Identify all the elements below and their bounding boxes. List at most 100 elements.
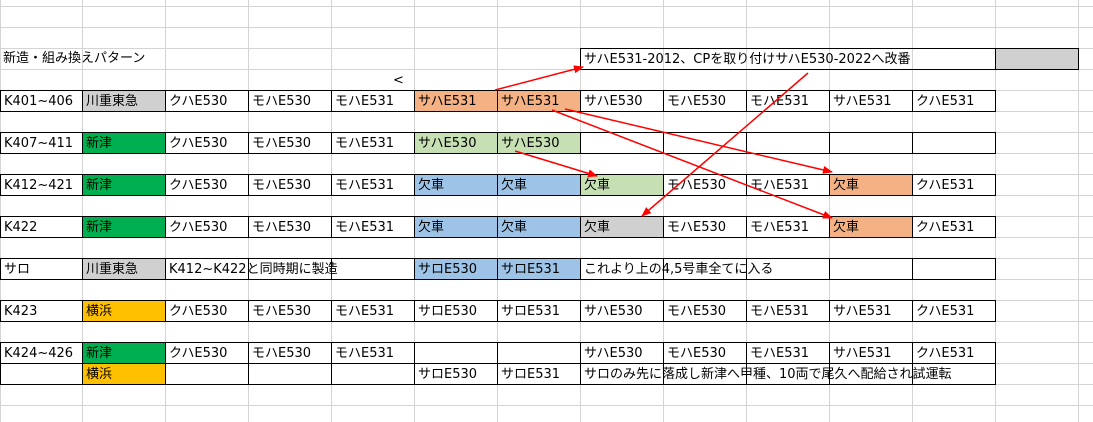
cell-r4-c10[interactable]: モハE531 bbox=[746, 216, 830, 238]
cell-r1-c9[interactable]: モハE530 bbox=[663, 90, 747, 112]
cell-r1-c5[interactable]: モハE531 bbox=[331, 90, 415, 112]
cell-r1-c6[interactable]: サハE531 bbox=[414, 90, 498, 112]
cell-r7-c7[interactable] bbox=[497, 342, 581, 364]
cell-r2-c1[interactable]: K407~411 bbox=[0, 132, 83, 154]
cell-r6-c5[interactable]: モハE531 bbox=[331, 300, 415, 322]
cell-r7-c9[interactable]: モハE530 bbox=[663, 342, 747, 364]
cell-r3-c5[interactable]: モハE531 bbox=[331, 174, 415, 196]
cell-r6-c4[interactable]: モハE530 bbox=[248, 300, 332, 322]
cell-r5-c3[interactable]: K412~K422と同時期に製造 bbox=[165, 258, 338, 280]
cell-r8-c1[interactable] bbox=[0, 363, 83, 385]
cell-r6-c6[interactable]: サロE530 bbox=[414, 300, 498, 322]
cell-r8-c10[interactable] bbox=[746, 363, 830, 385]
cell-r5-c11[interactable] bbox=[829, 258, 913, 280]
note-cell-empty[interactable] bbox=[995, 48, 1079, 70]
cell-r2-c12[interactable] bbox=[912, 132, 996, 154]
gridline-row bbox=[0, 27, 1093, 28]
cell-r8-c7[interactable]: サロE531 bbox=[497, 363, 581, 385]
cell-r1-c11[interactable]: サハE531 bbox=[829, 90, 913, 112]
cell-r4-c5[interactable]: モハE531 bbox=[331, 216, 415, 238]
cell-r4-c8[interactable]: 欠車 bbox=[580, 216, 664, 238]
cell-r3-c10[interactable]: モハE531 bbox=[746, 174, 830, 196]
cell-r8-c3[interactable] bbox=[165, 363, 249, 385]
cell-r3-c11[interactable]: 欠車 bbox=[829, 174, 913, 196]
cell-r6-c12[interactable]: クハE531 bbox=[912, 300, 996, 322]
cell-r5-c12[interactable] bbox=[912, 258, 996, 280]
cell-r4-c4[interactable]: モハE530 bbox=[248, 216, 332, 238]
cell-r6-c2[interactable]: 横浜 bbox=[82, 300, 166, 322]
cell-r5-c4[interactable] bbox=[248, 258, 332, 280]
cell-r8-c2[interactable]: 横浜 bbox=[82, 363, 166, 385]
cell-r2-c3[interactable]: クハE530 bbox=[165, 132, 249, 154]
cell-r7-c6[interactable] bbox=[414, 342, 498, 364]
cell-r5-c9[interactable] bbox=[663, 258, 747, 280]
cell-r2-c9[interactable] bbox=[663, 132, 747, 154]
cell-r7-c11[interactable]: サハE531 bbox=[829, 342, 913, 364]
note-cell[interactable]: サハE531-2012、CPを取り付けサハE530-2022へ改番 bbox=[580, 48, 996, 70]
cell-r3-c7[interactable]: 欠車 bbox=[497, 174, 581, 196]
cell-r3-c1[interactable]: K412~421 bbox=[0, 174, 83, 196]
cell-r7-c12[interactable]: クハE531 bbox=[912, 342, 996, 364]
cell-r3-c3[interactable]: クハE530 bbox=[165, 174, 249, 196]
cell-r1-c1[interactable]: K401~406 bbox=[0, 90, 83, 112]
cell-r1-c12[interactable]: クハE531 bbox=[912, 90, 996, 112]
cell-r8-c8[interactable]: サロのみ先に落成し新津へ甲種、10両で尾久へ配給され試運転 bbox=[580, 363, 952, 385]
cell-r1-c4[interactable]: モハE530 bbox=[248, 90, 332, 112]
cell-r5-c2[interactable]: 川重東急 bbox=[82, 258, 166, 280]
cell-r4-c9[interactable]: モハE530 bbox=[663, 216, 747, 238]
cell-r6-c9[interactable]: モハE530 bbox=[663, 300, 747, 322]
cell-r8-c5[interactable] bbox=[331, 363, 415, 385]
cell-r7-c5[interactable]: モハE531 bbox=[331, 342, 415, 364]
cell-r7-c8[interactable]: サハE530 bbox=[580, 342, 664, 364]
cell-r4-c6[interactable]: 欠車 bbox=[414, 216, 498, 238]
cell-r4-c7[interactable]: 欠車 bbox=[497, 216, 581, 238]
cell-r5-c7[interactable]: サロE531 bbox=[497, 258, 581, 280]
cell-r6-c8[interactable]: サハE530 bbox=[580, 300, 664, 322]
cell-r1-c3[interactable]: クハE530 bbox=[165, 90, 249, 112]
cell-r7-c10[interactable]: モハE531 bbox=[746, 342, 830, 364]
cell-r3-c9[interactable]: モハE530 bbox=[663, 174, 747, 196]
cell-r1-c8[interactable]: サハE530 bbox=[580, 90, 664, 112]
cell-r6-c3[interactable]: クハE530 bbox=[165, 300, 249, 322]
cell-r8-c6[interactable]: サロE530 bbox=[414, 363, 498, 385]
cell-r1-c2[interactable]: 川重東急 bbox=[82, 90, 166, 112]
cell-r7-c2[interactable]: 新津 bbox=[82, 342, 166, 364]
cell-r1-c10[interactable]: モハE531 bbox=[746, 90, 830, 112]
cell-r7-c3[interactable]: クハE530 bbox=[165, 342, 249, 364]
cell-r5-c6[interactable]: サロE530 bbox=[414, 258, 498, 280]
cell-r2-c11[interactable] bbox=[829, 132, 913, 154]
cell-r3-c2[interactable]: 新津 bbox=[82, 174, 166, 196]
cell-r7-c4[interactable]: モハE530 bbox=[248, 342, 332, 364]
cell-r2-c10[interactable] bbox=[746, 132, 830, 154]
cell-r3-c4[interactable]: モハE530 bbox=[248, 174, 332, 196]
cell-r2-c6[interactable]: サハE530 bbox=[414, 132, 498, 154]
cell-r4-c1[interactable]: K422 bbox=[0, 216, 83, 238]
cell-r6-c10[interactable]: モハE531 bbox=[746, 300, 830, 322]
cell-r7-c1[interactable]: K424~426 bbox=[0, 342, 83, 364]
cell-r3-c12[interactable]: クハE531 bbox=[912, 174, 996, 196]
cell-r2-c7[interactable]: サハE530 bbox=[497, 132, 581, 154]
cell-r8-c9[interactable] bbox=[663, 363, 747, 385]
cell-r8-c12[interactable] bbox=[912, 363, 996, 385]
cell-r5-c8[interactable]: これより上の4,5号車全てに入る bbox=[580, 258, 773, 280]
cell-r2-c2[interactable]: 新津 bbox=[82, 132, 166, 154]
cell-r3-c6[interactable]: 欠車 bbox=[414, 174, 498, 196]
cell-r4-c12[interactable]: クハE531 bbox=[912, 216, 996, 238]
cell-r6-c7[interactable]: サロE531 bbox=[497, 300, 581, 322]
cell-r2-c5[interactable]: モハE531 bbox=[331, 132, 415, 154]
cell-r5-c5[interactable] bbox=[331, 258, 415, 280]
arrow-to-row3-col7 bbox=[514, 150, 598, 178]
cell-r4-c11[interactable]: 欠車 bbox=[829, 216, 913, 238]
cell-r1-c7[interactable]: サハE531 bbox=[497, 90, 581, 112]
cell-r8-c4[interactable] bbox=[248, 363, 332, 385]
cell-r2-c8[interactable] bbox=[580, 132, 664, 154]
cell-r4-c3[interactable]: クハE530 bbox=[165, 216, 249, 238]
cell-r5-c1[interactable]: サロ bbox=[0, 258, 83, 280]
cell-r8-c11[interactable] bbox=[829, 363, 913, 385]
cell-r6-c1[interactable]: K423 bbox=[0, 300, 83, 322]
cell-r4-c2[interactable]: 新津 bbox=[82, 216, 166, 238]
cell-r6-c11[interactable]: サハE531 bbox=[829, 300, 913, 322]
cell-r3-c8[interactable]: 欠車 bbox=[580, 174, 664, 196]
cell-r5-c10[interactable] bbox=[746, 258, 830, 280]
cell-r2-c4[interactable]: モハE530 bbox=[248, 132, 332, 154]
